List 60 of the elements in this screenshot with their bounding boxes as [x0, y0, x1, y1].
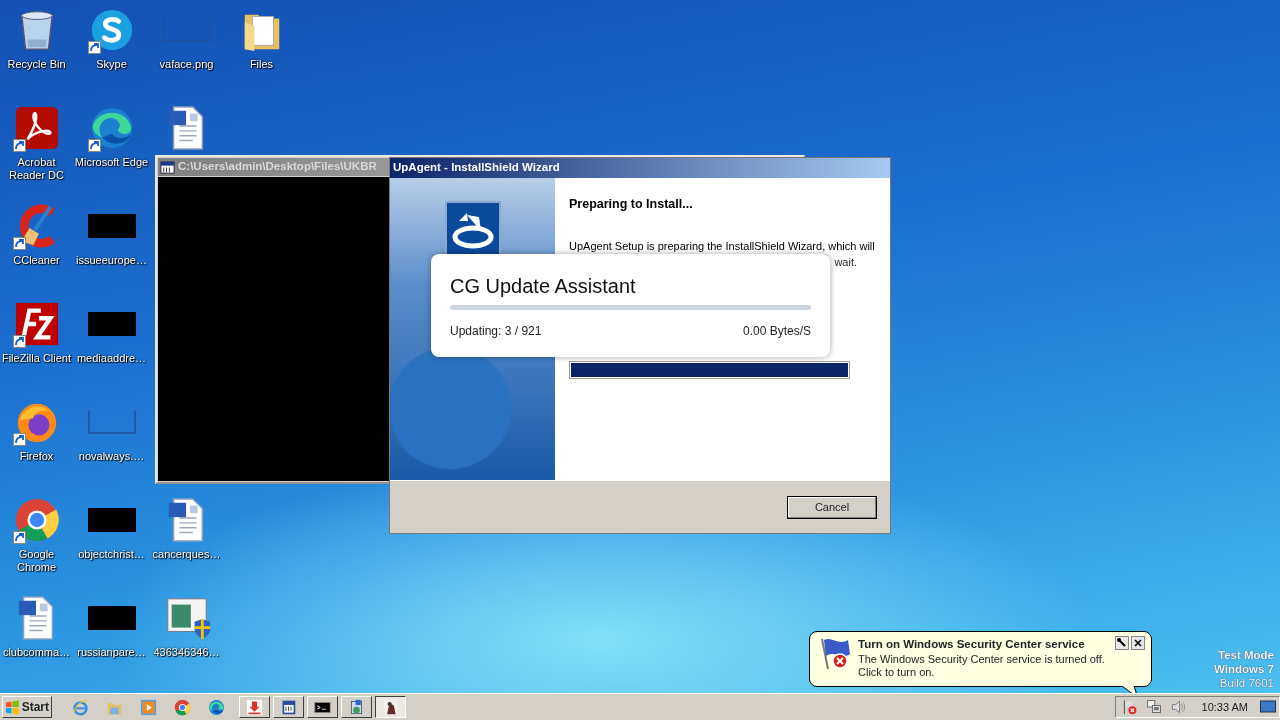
- windows-logo-icon: [5, 699, 20, 715]
- options-button[interactable]: [1115, 636, 1129, 650]
- network-icon[interactable]: [1145, 699, 1162, 715]
- flag-icon: [818, 636, 852, 670]
- file-thumbnail[interactable]: [87, 312, 136, 336]
- speed-text: 0.00 Bytes/S: [742, 323, 811, 340]
- download-icon: [246, 698, 263, 716]
- icon-label[interactable]: russianpare…: [77, 646, 146, 659]
- cancel-button[interactable]: Cancel: [787, 495, 877, 519]
- desktop-text: Build 7601: [1219, 676, 1274, 690]
- icon-label[interactable]: Firefox: [19, 450, 54, 463]
- media-player-icon[interactable]: [140, 698, 157, 716]
- browser-icon[interactable]: [13, 497, 60, 543]
- desktop-text: Windows 7: [1214, 662, 1274, 676]
- icon-label[interactable]: novalways.…: [78, 450, 145, 463]
- wizard-text: wait.: [834, 255, 857, 271]
- balloon-title: Turn on Windows Security Center service: [858, 637, 1086, 652]
- show-desktop-icon[interactable]: [1260, 700, 1276, 714]
- console-icon: [160, 159, 175, 175]
- browser-icon[interactable]: [208, 698, 225, 716]
- dialog-title: CG Update Assistant: [450, 274, 637, 298]
- pdf-icon[interactable]: [13, 105, 60, 151]
- flag-icon[interactable]: [1121, 699, 1138, 715]
- icon-label[interactable]: mediaaddre…: [76, 352, 147, 365]
- desktop-text: Test Mode: [1218, 648, 1274, 662]
- notification-balloon[interactable]: Turn on Windows Security Center service The Windows Security Center service is turned off. Click to turn on.: [809, 631, 1152, 687]
- browser-icon[interactable]: [174, 698, 191, 716]
- file-thumbnail[interactable]: [87, 410, 136, 434]
- icon-label[interactable]: cancerques…: [152, 548, 221, 561]
- icon-label[interactable]: Skype: [96, 58, 127, 71]
- file-thumbnail[interactable]: [87, 214, 136, 238]
- icon-label[interactable]: Recycle Bin: [7, 58, 66, 71]
- wizard-heading: Preparing to Install...: [569, 196, 694, 213]
- file-thumbnail[interactable]: [87, 606, 136, 630]
- icon-label[interactable]: Microsoft Edge: [74, 156, 149, 169]
- app-icon: [382, 698, 399, 716]
- icon-label[interactable]: Google Chrome: [0, 548, 74, 574]
- icon-label[interactable]: Files: [249, 58, 274, 71]
- icon-label[interactable]: issueeurope…: [76, 254, 147, 267]
- window-title: C:\Users\admin\Desktop\Files\UKBR: [178, 159, 377, 175]
- icon-label[interactable]: vaface.png: [159, 58, 214, 71]
- close-button[interactable]: [1131, 636, 1145, 650]
- taskbar-button[interactable]: [375, 696, 406, 718]
- wizard-text: UpAgent Setup is preparing the InstallShield Wizard, which will: [569, 238, 876, 254]
- clock-text[interactable]: 10:33 AM: [1201, 698, 1248, 716]
- window-icon: [280, 698, 297, 716]
- start-button[interactable]: Start: [2, 696, 52, 718]
- icon-label[interactable]: objectchrist…: [78, 548, 145, 561]
- status-text: Updating: 3 / 921: [450, 323, 542, 340]
- installer-icon: [348, 698, 365, 716]
- file-thumbnail[interactable]: [87, 508, 136, 532]
- volume-icon[interactable]: [1169, 699, 1186, 715]
- file-thumbnail[interactable]: [162, 18, 211, 42]
- icon-label[interactable]: FileZilla Client: [1, 352, 72, 365]
- window-title: UpAgent - InstallShield Wizard: [393, 160, 560, 176]
- file-transfer-icon[interactable]: [13, 301, 60, 347]
- icon-label[interactable]: CCleaner: [13, 254, 60, 267]
- icon-label[interactable]: Acrobat Reader DC: [0, 156, 74, 182]
- icon-label[interactable]: clubcomma…: [2, 646, 71, 659]
- balloon-message: The Windows Security Center service is turned off. Click to turn on.: [858, 653, 1106, 680]
